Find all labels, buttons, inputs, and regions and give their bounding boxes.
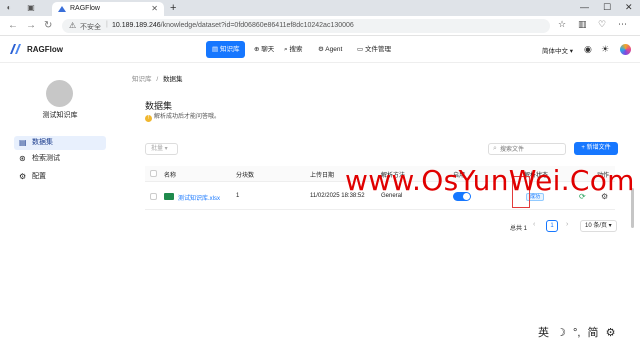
- nav-label: 知识库: [219, 46, 240, 53]
- search-input[interactable]: [500, 145, 562, 154]
- breadcrumb: 知识库 / 数据集: [132, 73, 182, 83]
- ime-simplified-icon[interactable]: 简: [588, 327, 599, 339]
- search-box: ⌕: [488, 143, 566, 155]
- sidebar-item-label: 数据集: [32, 139, 53, 146]
- ime-settings-icon[interactable]: ⚙: [606, 327, 616, 339]
- url-host: 10.189.189.246: [112, 22, 161, 29]
- ime-punctuation-icon[interactable]: °,: [573, 327, 580, 339]
- url-separator: |: [106, 21, 108, 28]
- nav-label: Agent: [325, 46, 343, 53]
- column-header-chunks[interactable]: 分块数: [236, 170, 254, 179]
- ime-language-icon[interactable]: 英: [538, 327, 549, 339]
- page-size-select[interactable]: 10 条/页 ▾: [580, 220, 617, 232]
- page-subtitle: ! 解析成功后才能问答哦。: [145, 111, 220, 122]
- url-text: 10.189.189.246/knowledge/dataset?id=0fd0…: [112, 22, 354, 29]
- nav-agent[interactable]: ⚙ Agent: [312, 41, 348, 58]
- bulk-action-button[interactable]: 批量 ▾: [145, 143, 178, 155]
- nav-label: 搜索: [289, 46, 303, 53]
- breadcrumb-separator: /: [156, 76, 159, 83]
- info-icon: !: [145, 115, 152, 122]
- excel-file-icon: [164, 193, 174, 200]
- nav-label: 文件管理: [364, 46, 391, 53]
- prev-page-icon[interactable]: ‹: [533, 221, 535, 228]
- close-window-icon[interactable]: ✕: [625, 2, 633, 13]
- tab-actions-icon[interactable]: ▣: [26, 3, 36, 13]
- url-bar[interactable]: ⚠ 不安全 | 10.189.189.246/knowledge/dataset…: [62, 19, 550, 33]
- tab-title: RAGFlow: [70, 5, 100, 12]
- page-number-button[interactable]: 1: [546, 220, 558, 232]
- chunk-count: 1: [236, 193, 240, 199]
- split-screen-icon[interactable]: ▥: [578, 19, 587, 30]
- browser-tab-strip: ◐ ▣ RAGFlow ✕ + — ☐ ✕: [0, 0, 640, 16]
- sidebar-item-label: 检索测试: [32, 155, 60, 162]
- nav-chat[interactable]: ⊕ 聊天: [248, 41, 280, 58]
- user-avatar[interactable]: [620, 44, 631, 55]
- select-all-checkbox[interactable]: [150, 170, 157, 177]
- insecure-label: 不安全: [80, 24, 101, 31]
- url-path: /knowledge/dataset?id=0fd06860e86411ef8d…: [160, 22, 354, 29]
- github-icon[interactable]: ◉: [584, 44, 592, 55]
- sidebar-item-dataset[interactable]: ▤ 数据集: [14, 136, 106, 150]
- subtitle-text: 解析成功后才能问答哦。: [154, 114, 221, 120]
- file-name-link[interactable]: 测试知识库.xlsx: [178, 193, 220, 202]
- knowledge-base-name: 测试知识库: [42, 112, 78, 119]
- document-icon: ▤: [19, 138, 27, 147]
- back-icon[interactable]: ←: [8, 20, 18, 31]
- warning-icon[interactable]: ⚠: [69, 21, 76, 30]
- nav-file-management[interactable]: ▭ 文件管理: [351, 41, 397, 58]
- new-tab-icon[interactable]: +: [170, 2, 176, 14]
- nav-search[interactable]: ⌕ 搜索: [278, 41, 308, 58]
- favorites-icon[interactable]: ☆: [558, 19, 566, 30]
- address-toolbar: ← → ↻ ⚠ 不安全 | 10.189.189.246/knowledge/d…: [0, 16, 640, 36]
- maximize-icon[interactable]: ☐: [603, 2, 611, 13]
- search-icon: ⌕: [493, 145, 497, 152]
- total-count: 总共 1: [510, 226, 528, 232]
- gear-icon: ⚙: [19, 172, 27, 181]
- sidebar-item-label: 配置: [32, 173, 46, 180]
- knowledge-base-avatar: [46, 80, 73, 107]
- column-header-name[interactable]: 名称: [164, 170, 176, 179]
- next-page-icon[interactable]: ›: [566, 221, 568, 228]
- page-size-label: 10 条/页: [585, 223, 608, 229]
- brand-name: RAGFlow: [27, 45, 63, 54]
- ragflow-logo-icon: [10, 44, 21, 54]
- browser-tab[interactable]: RAGFlow ✕: [52, 2, 164, 16]
- language-label: 简体中文: [542, 48, 568, 55]
- profile-icon[interactable]: ◐: [4, 3, 14, 13]
- breadcrumb-root[interactable]: 知识库: [132, 76, 152, 83]
- column-header-upload-date[interactable]: 上传日期: [310, 170, 334, 179]
- more-icon[interactable]: ⋯: [618, 19, 627, 30]
- sidebar-item-config[interactable]: ⚙ 配置: [14, 170, 106, 184]
- ime-taskbar: 英 ☽ °, 简 ⚙: [538, 324, 619, 340]
- nav-knowledge-base[interactable]: ▤ 知识库: [206, 41, 246, 58]
- ragflow-favicon-icon: [58, 6, 66, 12]
- minimize-icon[interactable]: —: [580, 2, 589, 12]
- forward-icon[interactable]: →: [26, 20, 36, 31]
- row-checkbox[interactable]: [150, 193, 157, 200]
- retrieval-icon: ⊛: [19, 154, 26, 163]
- bulk-label: 批量: [151, 146, 164, 152]
- reload-icon[interactable]: ↻: [44, 20, 52, 31]
- breadcrumb-current: 数据集: [162, 76, 183, 83]
- sidebar-item-retrieval-test[interactable]: ⊛ 检索测试: [14, 152, 106, 166]
- theme-toggle-icon[interactable]: ☀: [601, 44, 609, 55]
- collections-icon[interactable]: ♡: [598, 19, 606, 30]
- ime-moon-icon[interactable]: ☽: [556, 327, 566, 339]
- language-select[interactable]: 简体中文 ▾: [542, 45, 573, 55]
- tab-close-icon[interactable]: ✕: [151, 4, 158, 13]
- watermark: www.OsYunWei.Com: [345, 164, 635, 197]
- add-file-button[interactable]: + 新增文件: [574, 142, 618, 155]
- nav-label: 聊天: [261, 46, 275, 53]
